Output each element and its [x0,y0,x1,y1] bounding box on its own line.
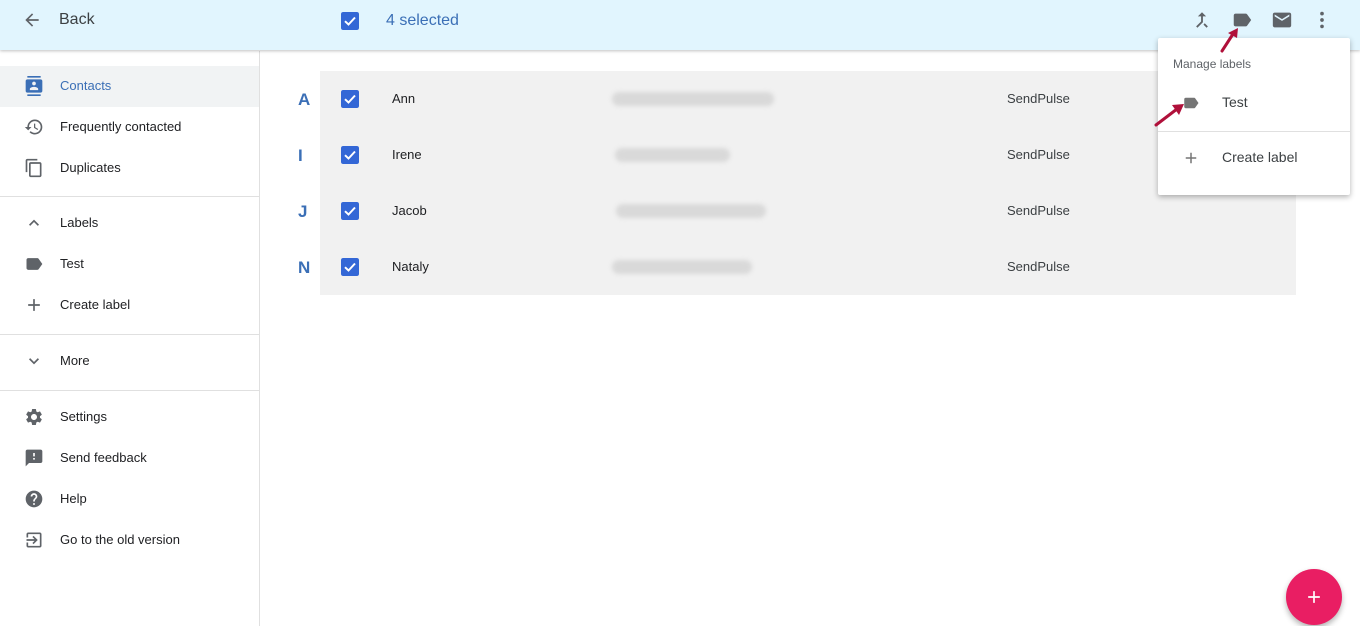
exit-icon [26,532,42,548]
back-arrow-icon[interactable] [22,10,42,30]
manage-labels-menu: Manage labels Test Create label [1158,38,1350,195]
annotation-arrow-icon [1154,104,1184,127]
sidebar-item-label: More [60,353,90,368]
sidebar-item-send-feedback[interactable]: Send feedback [0,438,259,479]
sidebar-divider [0,390,259,391]
sidebar-item-label: Help [60,491,87,506]
back-button[interactable]: Back [59,11,95,29]
add-contact-button[interactable] [1286,569,1342,625]
row-checkbox[interactable] [341,90,359,108]
plus-icon [28,299,40,311]
blurred-email [612,92,774,106]
section-letter: N [298,258,311,277]
table-row[interactable]: J Jacob SendPulse [0,183,1360,239]
contact-company: SendPulse [1007,203,1070,218]
sidebar-item-more[interactable]: More [0,341,259,382]
sidebar-item-label: Create label [60,297,131,312]
row-checkbox[interactable] [341,258,359,276]
blurred-email [612,260,752,274]
sidebar-item-help[interactable]: Help [0,479,259,520]
sidebar-item-label: Send feedback [60,450,147,465]
contact-name: Ann [392,91,416,106]
chevron-down-icon [29,358,39,365]
sidebar-item-old-version[interactable]: Go to the old version [0,520,259,561]
sidebar-divider [0,334,259,335]
help-icon [25,490,43,508]
row-checkbox[interactable] [341,146,359,164]
menu-item-test[interactable]: Test [1158,83,1350,123]
contact-name: Jacob [392,203,427,218]
selection-toolbar: Back 4 selected [0,0,1360,50]
contact-company: SendPulse [1007,259,1070,274]
sidebar-item-settings[interactable]: Settings [0,397,259,438]
row-checkbox[interactable] [341,202,359,220]
table-row[interactable]: N Nataly SendPulse [0,239,1360,295]
blurred-email [616,204,766,218]
menu-item-label: Test [1222,94,1248,110]
annotation-arrow-icon [1220,28,1238,53]
menu-item-label: Create label [1222,149,1298,165]
contact-company: SendPulse [1007,147,1070,162]
sidebar-item-label: Settings [60,409,107,424]
table-row[interactable]: I Irene SendPulse [0,127,1360,183]
menu-divider [1158,131,1350,132]
more-vert-icon[interactable] [1311,9,1333,31]
gear-icon [26,408,42,425]
plus-icon [1308,591,1320,603]
contact-name: Nataly [392,259,429,274]
blurred-email [615,148,730,162]
contact-company: SendPulse [1007,91,1070,106]
section-letter: J [298,202,308,221]
select-all-checkbox[interactable] [341,12,359,30]
section-letter: I [298,146,303,165]
feedback-icon [25,449,43,467]
contact-name: Irene [392,147,422,162]
menu-item-create-label[interactable]: Create label [1158,138,1350,178]
sidebar-item-label: Go to the old version [60,532,180,547]
mail-icon[interactable] [1271,9,1293,31]
selected-count: 4 selected [386,12,459,29]
merge-icon[interactable] [1191,9,1213,31]
section-letter: A [298,90,311,109]
menu-title: Manage labels [1173,57,1252,71]
plus-icon [1185,152,1197,164]
